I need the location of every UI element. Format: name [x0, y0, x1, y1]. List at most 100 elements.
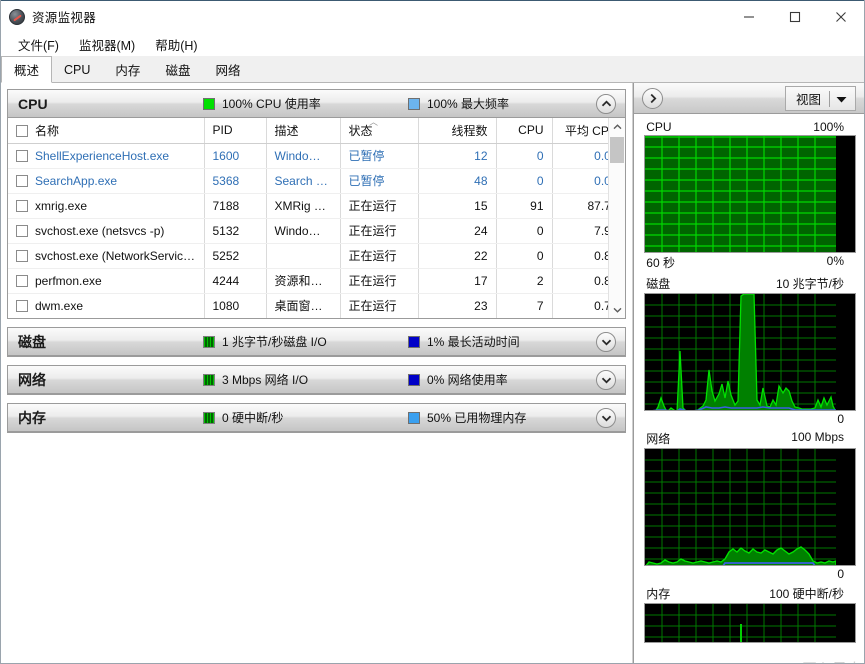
- cpu-graph-time-label: 60 秒: [646, 256, 675, 270]
- minimize-button[interactable]: [726, 1, 772, 33]
- cell-pid: 5368: [204, 168, 267, 194]
- cell-name[interactable]: SearchApp.exe: [8, 168, 205, 194]
- column-header-cpu[interactable]: CPU: [496, 118, 553, 144]
- row-checkbox[interactable]: [16, 299, 28, 312]
- menu-item-file[interactable]: 文件(F): [9, 33, 68, 56]
- section-cpu-header[interactable]: CPU 100% CPU 使用率 100% 最大频率: [8, 90, 626, 118]
- cell-status: 正在运行: [340, 268, 419, 294]
- tab-network[interactable]: 网络: [202, 56, 254, 82]
- row-checkbox[interactable]: [16, 249, 28, 262]
- tab-cpu[interactable]: CPU: [51, 56, 104, 82]
- table-row[interactable]: dwm.exe 1080 桌面窗… 正在运行 23 7 0.73: [8, 293, 609, 318]
- maximize-button[interactable]: [772, 1, 818, 33]
- table-row[interactable]: perfmon.exe 4244 资源和… 正在运行 17 2 0.80: [8, 268, 609, 294]
- cpu-graph-max-label: 100%: [813, 120, 844, 134]
- table-row[interactable]: ShellExperienceHost.exe 1600 Windo… 已暂停 …: [8, 143, 609, 169]
- section-network-header[interactable]: 网络 3 Mbps 网络 I/O 0% 网络使用率: [8, 366, 626, 394]
- tab-memory[interactable]: 内存: [102, 56, 154, 82]
- cell-cpu: 91: [496, 193, 553, 219]
- view-dropdown-button[interactable]: 视图: [784, 86, 856, 111]
- section-memory-header[interactable]: 内存 0 硬中断/秒 50% 已用物理内存: [8, 404, 626, 432]
- legend-swatch-memory-hard-faults: [203, 411, 215, 424]
- table-row[interactable]: svchost.exe (NetworkService… 5252 正在运行 2…: [8, 243, 609, 269]
- cell-cpu: 0: [496, 168, 553, 194]
- cpu-graph-canvas: [644, 135, 856, 253]
- close-button[interactable]: [818, 1, 864, 33]
- row-checkbox[interactable]: [16, 174, 28, 187]
- cell-description: Windo…: [266, 218, 341, 244]
- table-row[interactable]: xmrig.exe 7188 XMRig … 正在运行 15 91 87.71: [8, 193, 609, 219]
- network-graph: 网络 100 Mbps 0: [644, 430, 856, 581]
- row-checkbox[interactable]: [16, 274, 28, 287]
- row-checkbox[interactable]: [16, 199, 28, 212]
- chevron-down-icon[interactable]: [836, 90, 847, 108]
- disk-graph-max-label: 10 兆字节/秒: [775, 277, 844, 291]
- cell-name[interactable]: perfmon.exe: [8, 268, 205, 294]
- cell-name[interactable]: ShellExperienceHost.exe: [8, 143, 205, 169]
- cell-threads: 17: [418, 268, 497, 294]
- section-cpu-title: CPU: [18, 95, 48, 112]
- disk-graph-title: 磁盘: [646, 277, 671, 291]
- section-disk-stat-active-time: 1% 最长活动时间: [408, 333, 520, 350]
- section-disk-header[interactable]: 磁盘 1 兆字节/秒磁盘 I/O 1% 最长活动时间: [8, 328, 626, 356]
- memory-graph-labels: 内存 100 硬中断/秒: [644, 585, 856, 603]
- cell-average-cpu: 0.80: [552, 268, 609, 294]
- tab-overview[interactable]: 概述: [1, 56, 53, 83]
- legend-swatch-network-io: [203, 373, 215, 386]
- menu-item-help[interactable]: 帮助(H): [146, 33, 206, 56]
- column-header-name-label: 名称: [35, 123, 60, 138]
- column-header-name[interactable]: 名称: [8, 118, 205, 144]
- memory-graph-canvas: [644, 603, 856, 643]
- column-header-average-cpu[interactable]: 平均 CPU: [552, 118, 609, 144]
- cell-name-label: SearchApp.exe: [35, 173, 118, 188]
- section-network-stat-utilization-label: 0% 网络使用率: [427, 373, 508, 387]
- cpu-process-table: 名称 PID 描述 ︿ 状态 线程数 CPU 平均 CP ShellExperi…: [8, 118, 626, 318]
- cell-average-cpu: 0.00: [552, 143, 609, 169]
- network-graph-footer: 0: [644, 566, 856, 581]
- expand-network-button[interactable]: [596, 370, 617, 390]
- cell-status: 正在运行: [340, 293, 419, 318]
- column-header-threads[interactable]: 线程数: [418, 118, 497, 144]
- network-graph-labels: 网络 100 Mbps: [644, 430, 856, 448]
- scroll-down-icon[interactable]: [609, 301, 626, 318]
- cell-name[interactable]: svchost.exe (NetworkService…: [8, 243, 205, 269]
- cell-status: 已暂停: [340, 143, 419, 169]
- expand-memory-button[interactable]: [596, 408, 617, 428]
- graph-pane: 视图 CPU 100% 60 秒 0% 磁盘 10 兆字节/秒 0 网络 100…: [633, 83, 864, 663]
- row-checkbox[interactable]: [16, 224, 28, 237]
- cell-description: XMRig …: [266, 193, 341, 219]
- table-row[interactable]: svchost.exe (netsvcs -p) 5132 Windo… 正在运…: [8, 218, 609, 244]
- table-row[interactable]: SearchApp.exe 5368 Search … 已暂停 48 0 0.0…: [8, 168, 609, 194]
- cell-average-cpu: 0.00: [552, 168, 609, 194]
- cell-cpu: 0: [496, 143, 553, 169]
- column-header-status[interactable]: ︿ 状态: [340, 118, 419, 144]
- cell-name[interactable]: dwm.exe: [8, 293, 205, 318]
- scrollbar-thumb[interactable]: [610, 137, 625, 163]
- cell-threads: 23: [418, 293, 497, 318]
- section-cpu: CPU 100% CPU 使用率 100% 最大频率 名称 PID 描述 ︿ 状…: [7, 89, 627, 319]
- section-network-stat-utilization: 0% 网络使用率: [408, 371, 508, 388]
- tab-disk[interactable]: 磁盘: [152, 56, 204, 82]
- section-disk-stat-active-time-label: 1% 最长活动时间: [427, 335, 520, 349]
- section-disk-title: 磁盘: [18, 333, 46, 350]
- expand-disk-button[interactable]: [596, 332, 617, 352]
- cell-name-label: xmrig.exe: [35, 198, 88, 213]
- chevron-right-icon[interactable]: [642, 87, 664, 109]
- collapse-cpu-button[interactable]: [596, 94, 617, 114]
- legend-swatch-network-utilization: [408, 373, 420, 386]
- section-disk-stat-io: 1 兆字节/秒磁盘 I/O: [203, 333, 408, 350]
- cell-cpu: 0: [496, 243, 553, 269]
- section-memory-stat-faults-label: 0 硬中断/秒: [222, 411, 284, 425]
- cell-name-label: svchost.exe (netsvcs -p): [35, 223, 165, 238]
- select-all-checkbox[interactable]: [16, 124, 28, 137]
- window-title: 资源监视器: [32, 11, 97, 25]
- column-header-description[interactable]: 描述: [266, 118, 341, 144]
- cpu-table-scrollbar[interactable]: [608, 118, 626, 318]
- cell-name[interactable]: svchost.exe (netsvcs -p): [8, 218, 205, 244]
- menu-item-monitor[interactable]: 监视器(M): [70, 33, 144, 56]
- row-checkbox[interactable]: [16, 149, 28, 162]
- column-header-pid[interactable]: PID: [204, 118, 267, 144]
- scroll-up-icon[interactable]: [609, 118, 626, 135]
- table-header-row: 名称 PID 描述 ︿ 状态 线程数 CPU 平均 CP: [8, 118, 609, 144]
- cell-name[interactable]: xmrig.exe: [8, 193, 205, 219]
